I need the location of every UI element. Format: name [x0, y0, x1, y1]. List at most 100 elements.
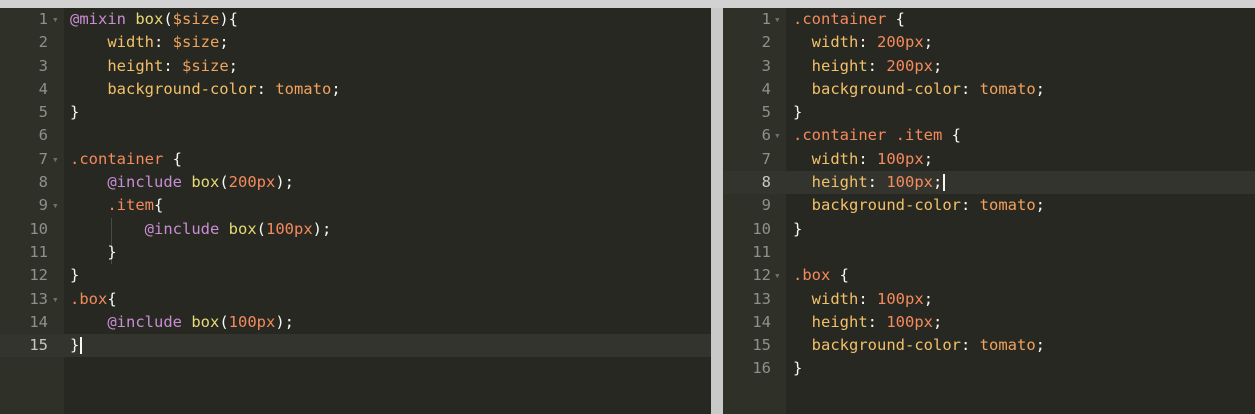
- code-token: box: [191, 312, 220, 331]
- code-text: }: [70, 264, 79, 287]
- code-lines: 1 ▾ @mixin box($size){2 width: $size; 3 hei…: [0, 8, 711, 358]
- code-text: .item{: [70, 194, 163, 217]
- code-line[interactable]: 10}: [723, 218, 1255, 241]
- code-line[interactable]: 9 ▾ .item{: [0, 194, 711, 217]
- code-token: ){: [219, 10, 239, 28]
- code-line[interactable]: 10 @include box(100px);: [0, 218, 711, 241]
- chevron-down-icon[interactable]: ▾: [774, 8, 781, 31]
- code-line[interactable]: 8 height: 100px;: [723, 171, 1255, 195]
- code-line[interactable]: 8 @include box(200px);: [0, 171, 711, 194]
- code-token: height: [811, 56, 868, 75]
- code-line[interactable]: 5}: [0, 101, 711, 124]
- code-line[interactable]: 7 ▾ .container {: [0, 148, 711, 171]
- code-token: 100: [877, 149, 906, 168]
- code-token: ;: [933, 173, 943, 192]
- code-token: height: [811, 312, 868, 331]
- code-line[interactable]: 13 ▾ .box{: [0, 288, 711, 311]
- code-token: @include: [144, 219, 229, 238]
- code-token: :: [867, 312, 887, 331]
- line-number: 16: [752, 359, 771, 378]
- code-text: width: 100px;: [793, 288, 933, 311]
- code-token: width: [811, 33, 859, 52]
- code-token: .container: [793, 10, 887, 28]
- code-line[interactable]: 14 height: 100px;: [723, 311, 1255, 334]
- line-number: 7: [38, 149, 48, 168]
- code-line[interactable]: 13 width: 100px;: [723, 288, 1255, 311]
- code-line[interactable]: 15}: [0, 334, 711, 358]
- code-token: $size: [172, 10, 220, 28]
- code-token: 200: [886, 56, 915, 75]
- scss-editor-pane[interactable]: 1 ▾ @mixin box($size){2 width: $size; 3 hei…: [0, 8, 711, 414]
- code-token: }: [70, 266, 80, 285]
- code-text: height: 200px;: [793, 55, 943, 78]
- code-token: ;: [1035, 196, 1045, 215]
- chevron-down-icon[interactable]: ▾: [774, 264, 781, 287]
- code-token: @mixin: [70, 10, 136, 28]
- code-line[interactable]: 1 ▾ @mixin box($size){: [0, 8, 711, 31]
- css-output-pane[interactable]: 1 ▾ .container {2 width: 200px; 3 height: 2…: [723, 8, 1255, 414]
- code-token: ;: [933, 56, 943, 75]
- code-line[interactable]: 14 @include box(100px);: [0, 311, 711, 334]
- code-line[interactable]: 2 width: $size;: [0, 31, 711, 54]
- chevron-down-icon[interactable]: ▾: [52, 8, 59, 31]
- code-line[interactable]: 4 background-color: tomato;: [723, 78, 1255, 101]
- code-line[interactable]: 16}: [723, 357, 1255, 380]
- code-token: :: [960, 336, 980, 355]
- code-token: (: [256, 219, 266, 238]
- code-token: );: [312, 219, 332, 238]
- code-token: $size: [172, 33, 220, 52]
- code-token: {: [830, 266, 849, 285]
- code-line[interactable]: 1 ▾ .container {: [723, 8, 1255, 31]
- code-line[interactable]: 4 background-color: tomato;: [0, 78, 711, 101]
- code-line[interactable]: 12}: [0, 264, 711, 287]
- code-line[interactable]: 7 width: 100px;: [723, 148, 1255, 171]
- chevron-down-icon[interactable]: ▾: [774, 124, 781, 147]
- code-token: 100: [886, 312, 915, 331]
- code-line[interactable]: 6: [0, 124, 711, 147]
- code-line[interactable]: 15 background-color: tomato;: [723, 334, 1255, 357]
- code-line[interactable]: 2 width: 200px;: [723, 31, 1255, 54]
- code-token: ;: [923, 149, 934, 168]
- code-token: }: [107, 242, 117, 261]
- code-line[interactable]: 11: [723, 241, 1255, 264]
- code-line[interactable]: 11 }: [0, 241, 711, 264]
- line-number: 12: [29, 266, 48, 285]
- code-line[interactable]: 5}: [723, 101, 1255, 124]
- code-line[interactable]: 6 ▾ .container .item {: [723, 124, 1255, 147]
- line-number: 8: [38, 173, 48, 192]
- code-token: ;: [933, 312, 943, 331]
- code-token: 200: [877, 33, 906, 52]
- code-token: px: [256, 312, 276, 331]
- code-token: .container .item: [793, 126, 943, 145]
- code-line[interactable]: 3 height: 200px;: [723, 55, 1255, 78]
- text-cursor: [80, 337, 83, 355]
- code-token: }: [70, 103, 80, 122]
- code-token: 100: [266, 219, 294, 238]
- code-token: ;: [923, 289, 934, 308]
- code-text: background-color: tomato;: [793, 194, 1045, 217]
- code-token: height: [811, 173, 868, 192]
- code-token: }: [793, 103, 803, 122]
- code-token: tomato: [979, 196, 1036, 215]
- code-text: height: $size;: [70, 55, 238, 78]
- line-number: 1: [38, 10, 48, 28]
- code-line[interactable]: 12 ▾ .box {: [723, 264, 1255, 287]
- line-number: 5: [761, 103, 771, 122]
- code-line[interactable]: 9 background-color: tomato;: [723, 194, 1255, 217]
- code-token: background-color: [811, 336, 961, 355]
- line-number: 12: [752, 266, 771, 285]
- code-text: .container {: [793, 8, 905, 31]
- chevron-down-icon[interactable]: ▾: [52, 148, 59, 171]
- code-line[interactable]: 3 height: $size;: [0, 55, 711, 78]
- code-token: background-color: [107, 79, 257, 98]
- code-token: (: [219, 173, 229, 192]
- chevron-down-icon[interactable]: ▾: [52, 288, 59, 311]
- code-text: background-color: tomato;: [793, 334, 1045, 357]
- chevron-down-icon[interactable]: ▾: [52, 194, 59, 217]
- code-token: ;: [228, 56, 239, 75]
